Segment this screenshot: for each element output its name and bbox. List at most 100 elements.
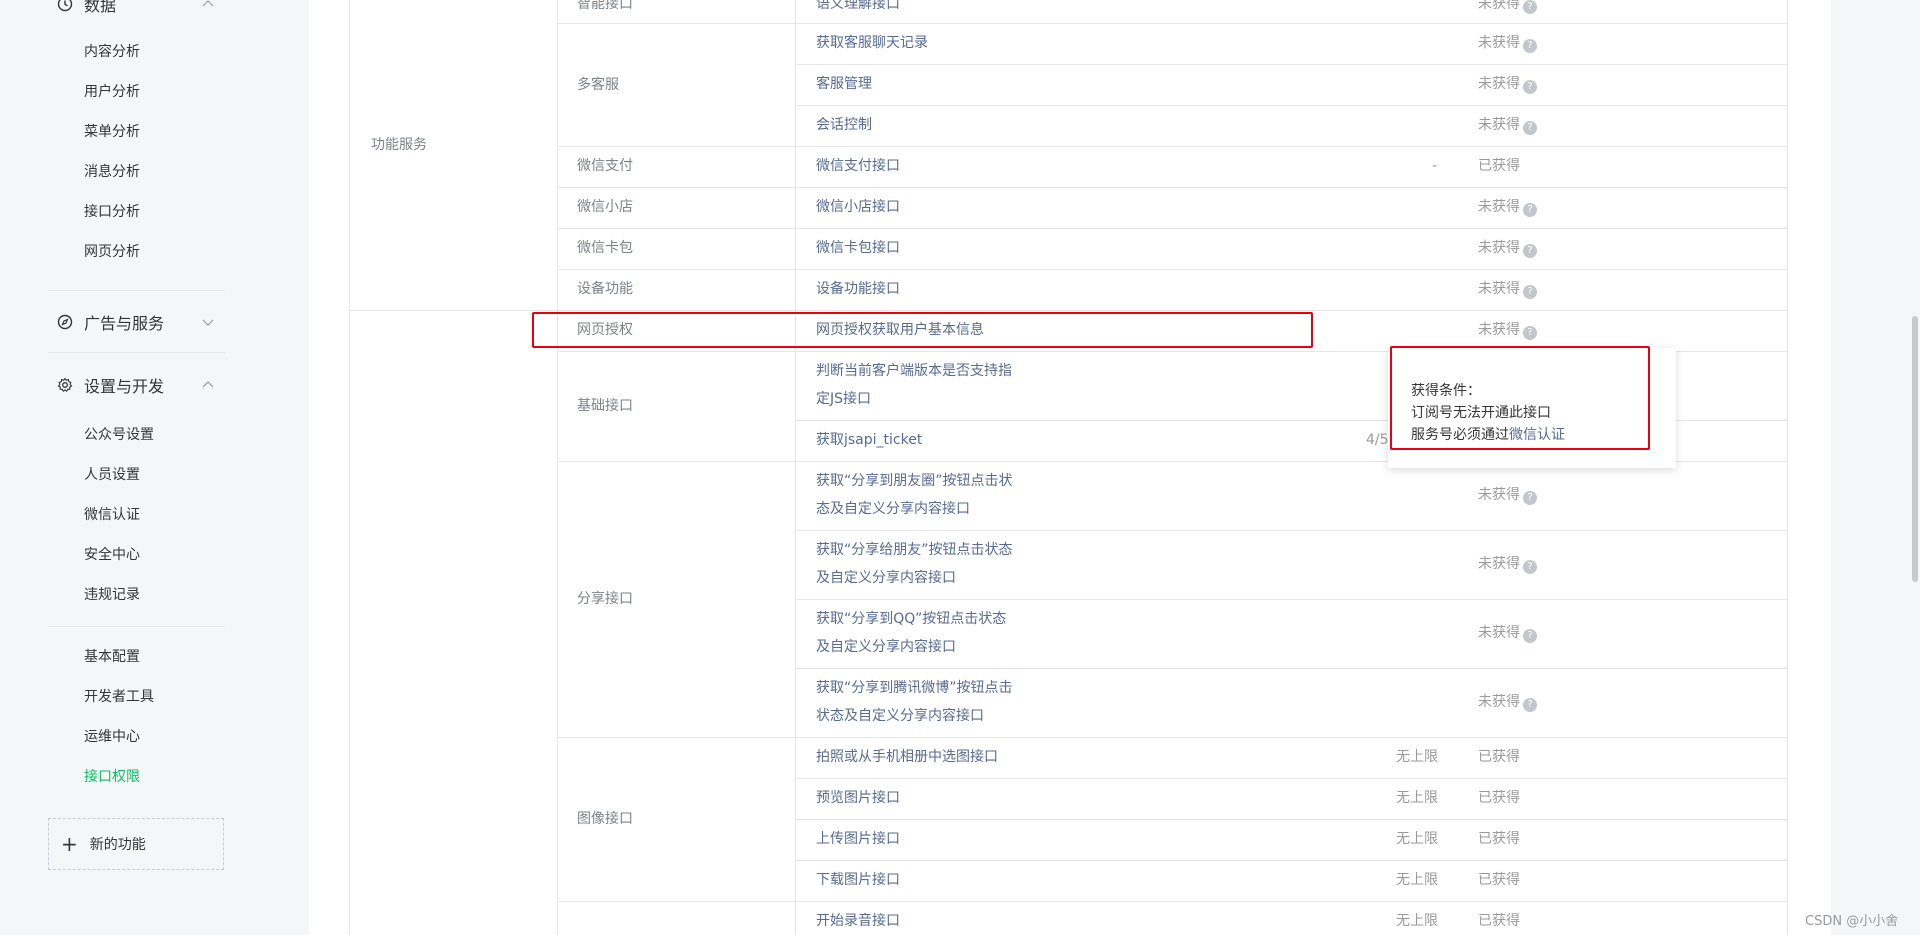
tooltip-title: 获得条件： <box>1411 383 1481 399</box>
sidebar-item-api-analysis[interactable]: 接口分析 <box>84 202 140 222</box>
help-icon[interactable]: ? <box>1523 560 1537 574</box>
help-icon[interactable]: ? <box>1523 491 1537 505</box>
help-icon[interactable]: ? <box>1523 285 1537 299</box>
api-name-link[interactable]: 上传图片接口 <box>816 829 900 849</box>
api-name-link[interactable]: 微信卡包接口 <box>816 238 900 258</box>
api-name-link[interactable]: 获取jsapi_ticket <box>816 430 922 450</box>
api-name-link[interactable]: 获取“分享给朋友”按钮点击状态 <box>816 540 1013 560</box>
row-divider <box>795 819 1787 820</box>
help-icon[interactable]: ? <box>1523 80 1537 94</box>
api-name-link[interactable]: 语义理解接口 <box>816 0 900 14</box>
help-icon[interactable]: ? <box>1523 326 1537 340</box>
status-text: 已获得 <box>1478 872 1520 888</box>
api-name-link[interactable]: 定JS接口 <box>816 389 871 409</box>
status-text: 已获得 <box>1478 749 1520 765</box>
help-icon[interactable]: ? <box>1523 0 1537 14</box>
row-category: 基础接口 <box>577 398 633 414</box>
limit-cell: 无上限 <box>1396 790 1438 806</box>
sidebar-item-violations[interactable]: 违规记录 <box>84 585 140 605</box>
sidebar-item-user-analysis[interactable]: 用户分析 <box>84 82 140 102</box>
api-name-link[interactable]: 预览图片接口 <box>816 788 900 808</box>
sidebar-item-menu-analysis[interactable]: 菜单分析 <box>84 122 140 142</box>
status-text: 未获得 <box>1478 35 1520 51</box>
help-icon[interactable]: ? <box>1523 698 1537 712</box>
api-name-link[interactable]: 获取“分享到QQ”按钮点击状态 <box>816 609 1006 629</box>
row-divider <box>557 146 1787 147</box>
api-name-link[interactable]: 拍照或从手机相册中选图接口 <box>816 747 998 767</box>
sidebar-group-label: 广告与服务 <box>84 314 165 333</box>
chevron-down-icon <box>202 319 214 326</box>
sidebar-item-content-analysis[interactable]: 内容分析 <box>84 42 140 62</box>
status-cell: 未获得? <box>1478 238 1537 258</box>
status-text: 未获得 <box>1478 322 1520 338</box>
row-divider <box>795 530 1787 531</box>
highlight-box <box>532 312 1313 348</box>
sidebar-item-api-permissions[interactable]: 接口权限 <box>84 767 140 787</box>
help-icon[interactable]: ? <box>1523 203 1537 217</box>
sidebar-item-ops-center[interactable]: 运维中心 <box>84 727 140 747</box>
sidebar-item-web-analysis[interactable]: 网页分析 <box>84 242 140 262</box>
row-category: 智能接口 <box>577 0 633 12</box>
api-name-link[interactable]: 开始录音接口 <box>816 911 900 931</box>
sidebar-item-security-center[interactable]: 安全中心 <box>84 545 140 565</box>
row-category: 设备功能 <box>577 281 633 297</box>
sidebar: 数据 内容分析 用户分析 菜单分析 消息分析 接口分析 网页分析 广告与服务 设… <box>0 0 250 935</box>
row-divider <box>795 599 1787 600</box>
api-name-link[interactable]: 及自定义分享内容接口 <box>816 568 956 588</box>
sidebar-item-account-settings[interactable]: 公众号设置 <box>84 425 154 445</box>
row-divider <box>557 228 1787 229</box>
sidebar-item-basic-config[interactable]: 基本配置 <box>84 647 140 667</box>
help-icon[interactable]: ? <box>1523 244 1537 258</box>
api-name-link[interactable]: 客服管理 <box>816 74 872 94</box>
status-text: 未获得 <box>1478 76 1520 92</box>
api-name-link[interactable]: 会话控制 <box>816 115 872 135</box>
api-name-link[interactable]: 状态及自定义分享内容接口 <box>816 706 984 726</box>
api-name-link[interactable]: 微信小店接口 <box>816 197 900 217</box>
api-name-link[interactable]: 及自定义分享内容接口 <box>816 637 956 657</box>
api-name-link[interactable]: 下载图片接口 <box>816 870 900 890</box>
sidebar-divider <box>48 352 225 353</box>
sidebar-group-ads[interactable]: 广告与服务 <box>56 310 214 334</box>
api-name-link[interactable]: 判断当前客户端版本是否支持指 <box>816 361 1012 381</box>
status-text: 已获得 <box>1478 790 1520 806</box>
status-text: 未获得 <box>1478 240 1520 256</box>
row-divider <box>557 187 1787 188</box>
api-name-link[interactable]: 获取“分享到腾讯微博”按钮点击 <box>816 678 1013 698</box>
sidebar-divider <box>48 626 225 627</box>
status-text: 未获得 <box>1478 199 1520 215</box>
row-category: 微信支付 <box>577 158 633 174</box>
row-category: 图像接口 <box>577 811 633 827</box>
clock-icon <box>56 0 74 13</box>
help-icon[interactable]: ? <box>1523 39 1537 53</box>
chevron-up-icon <box>202 381 214 388</box>
api-name-link[interactable]: 设备功能接口 <box>816 279 900 299</box>
sidebar-group-settings[interactable]: 设置与开发 <box>56 373 214 397</box>
row-divider <box>795 778 1787 779</box>
new-feature-button[interactable]: + 新的功能 <box>48 818 224 870</box>
api-name-link[interactable]: 获取客服聊天记录 <box>816 33 928 53</box>
scrollbar-thumb[interactable] <box>1912 316 1918 582</box>
row-divider <box>557 737 1787 738</box>
row-divider <box>557 901 1787 902</box>
limit-cell: 无上限 <box>1396 913 1438 929</box>
api-name-link[interactable]: 微信支付接口 <box>816 156 900 176</box>
status-text: 已获得 <box>1478 158 1520 174</box>
sidebar-group-label: 数据 <box>84 0 117 15</box>
api-name-link[interactable]: 态及自定义分享内容接口 <box>816 499 970 519</box>
sidebar-item-message-analysis[interactable]: 消息分析 <box>84 162 140 182</box>
sidebar-item-wechat-verify[interactable]: 微信认证 <box>84 505 140 525</box>
table-border <box>349 0 350 935</box>
api-name-link[interactable]: 获取“分享到朋友圈”按钮点击状 <box>816 471 1013 491</box>
help-icon[interactable]: ? <box>1523 121 1537 135</box>
tooltip-line: 订阅号无法开通此接口 <box>1411 405 1551 421</box>
row-category: 微信小店 <box>577 199 633 215</box>
sidebar-item-dev-tools[interactable]: 开发者工具 <box>84 687 154 707</box>
gear-icon <box>56 376 74 394</box>
help-icon[interactable]: ? <box>1523 629 1537 643</box>
table-border <box>795 0 796 935</box>
sidebar-item-staff-settings[interactable]: 人员设置 <box>84 465 140 485</box>
wechat-verify-link[interactable]: 微信认证 <box>1509 427 1565 443</box>
status-text: 未获得 <box>1478 117 1520 133</box>
sidebar-group-data[interactable]: 数据 <box>56 0 214 16</box>
row-divider <box>795 105 1787 106</box>
